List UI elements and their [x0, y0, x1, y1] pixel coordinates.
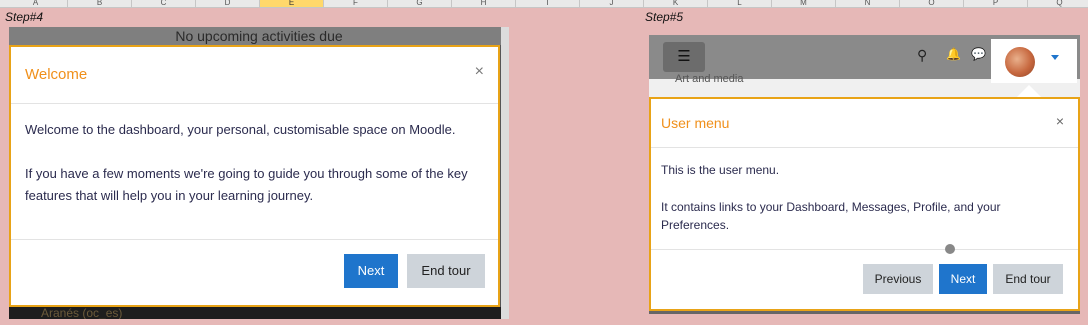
dialog-footer: Next End tour	[11, 239, 498, 306]
dialog-title: Welcome	[25, 66, 88, 83]
column-header-p[interactable]: P	[964, 0, 1028, 7]
background-item: Art and media	[675, 73, 744, 85]
page-bottom-edge	[649, 311, 1080, 314]
tour-pointer-arrow	[1017, 85, 1041, 97]
welcome-dialog: Welcome × Welcome to the dashboard, your…	[9, 45, 500, 307]
step4-label: Step#4	[5, 10, 44, 24]
next-button[interactable]: Next	[939, 264, 987, 294]
bell-icon[interactable]: 🔔	[946, 47, 961, 61]
dialog-paragraph: It contains links to your Dashboard, Mes…	[661, 200, 1001, 232]
user-menu-toggle[interactable]	[991, 39, 1077, 83]
avatar	[1005, 47, 1035, 77]
step5-screenshot: ☰ ⚲ 🔔 💬 1 Art and media User menu × This…	[649, 35, 1080, 314]
chat-icon[interactable]: 💬	[971, 47, 986, 61]
column-header-c[interactable]: C	[132, 0, 196, 7]
close-icon[interactable]: ×	[475, 63, 484, 81]
dialog-body: This is the user menu. It contains links…	[661, 161, 1061, 253]
dialog-header: Welcome ×	[11, 47, 498, 104]
column-header-q[interactable]: Q	[1028, 0, 1088, 7]
tour-step-dot	[945, 244, 955, 254]
next-button[interactable]: Next	[344, 254, 398, 288]
dialog-paragraph: If you have a few moments we're going to…	[25, 166, 468, 203]
column-header-b[interactable]: B	[68, 0, 132, 7]
scrollbar[interactable]	[501, 27, 509, 319]
dialog-header: User menu ×	[651, 99, 1078, 148]
column-header-l[interactable]: L	[708, 0, 772, 7]
dialog-body: Welcome to the dashboard, your personal,…	[25, 119, 485, 229]
column-header-j[interactable]: J	[580, 0, 644, 7]
navbar: ☰ ⚲ 🔔 💬 1 Art and media	[649, 35, 1080, 85]
user-menu-dialog: User menu × This is the user menu. It co…	[649, 97, 1080, 311]
column-header-m[interactable]: M	[772, 0, 836, 7]
caret-down-icon	[1051, 55, 1059, 60]
menu-icon[interactable]: ☰	[663, 42, 705, 72]
column-header-o[interactable]: O	[900, 0, 964, 7]
dialog-paragraph: Welcome to the dashboard, your personal,…	[25, 122, 456, 137]
dialog-paragraph: This is the user menu.	[661, 163, 780, 177]
previous-button[interactable]: Previous	[863, 264, 933, 294]
search-icon[interactable]: ⚲	[917, 47, 927, 64]
close-icon[interactable]: ×	[1056, 113, 1064, 129]
spreadsheet-column-header: ABCDEFGHIJKLMNOPQ	[0, 0, 1088, 8]
dialog-title: User menu	[661, 115, 730, 131]
column-header-k[interactable]: K	[644, 0, 708, 7]
column-header-g[interactable]: G	[388, 0, 452, 7]
dialog-footer: Previous Next End tour	[651, 244, 1078, 310]
end-tour-button[interactable]: End tour	[993, 264, 1063, 294]
end-tour-button[interactable]: End tour	[407, 254, 485, 288]
column-header-i[interactable]: I	[516, 0, 580, 7]
language-item: Aranés (oc_es)	[9, 307, 509, 319]
column-header-h[interactable]: H	[452, 0, 516, 7]
column-header-a[interactable]: A	[4, 0, 68, 7]
step5-label: Step#5	[645, 10, 684, 24]
column-header-f[interactable]: F	[324, 0, 388, 7]
step4-screenshot: No upcoming activities due Welcome × Wel…	[9, 27, 509, 319]
activities-banner: No upcoming activities due	[9, 27, 509, 45]
column-header-n[interactable]: N	[836, 0, 900, 7]
column-header-d[interactable]: D	[196, 0, 260, 7]
column-header-e[interactable]: E	[260, 0, 324, 7]
